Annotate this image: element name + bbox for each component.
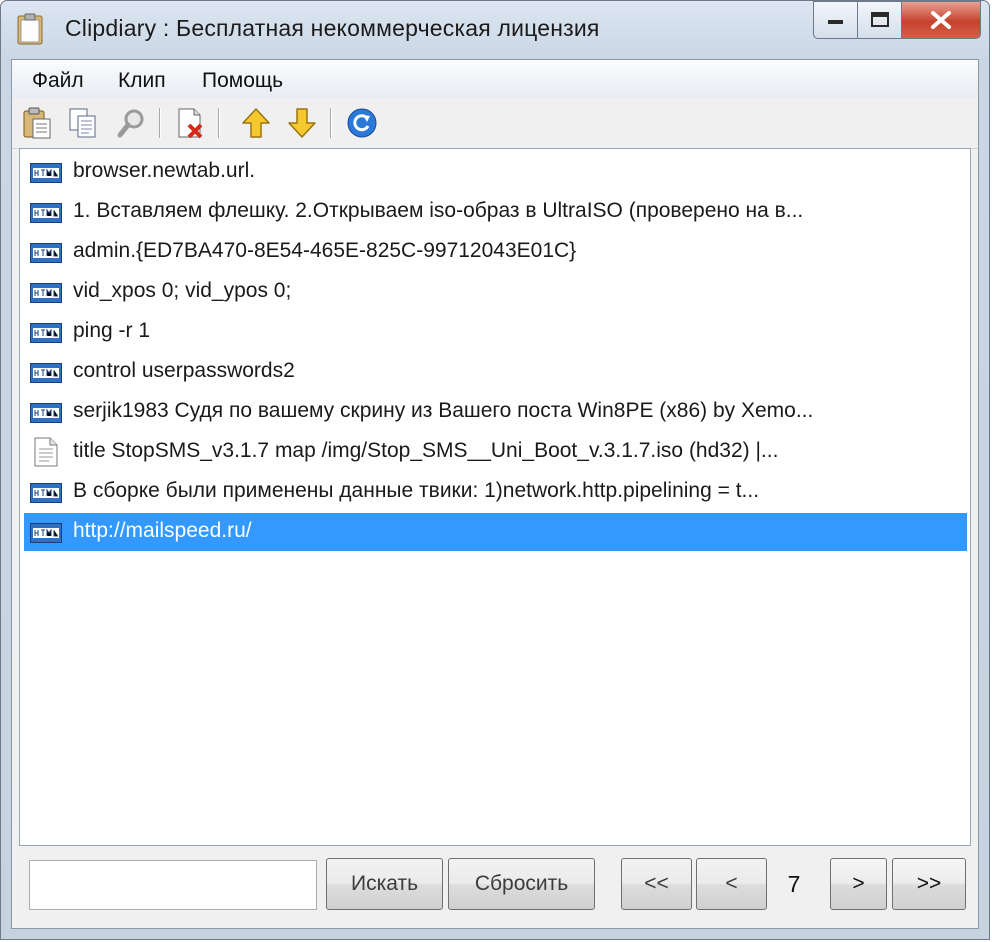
clip-text: admin.{ED7BA470-8E54-465E-825C-99712043E… bbox=[73, 239, 577, 262]
menu-bar: Файл Клип Помощь bbox=[12, 60, 978, 98]
clip-text: browser.newtab.url. bbox=[73, 159, 256, 182]
minimize-button[interactable] bbox=[813, 1, 857, 39]
html-clip-icon bbox=[30, 363, 62, 388]
html-clip-icon bbox=[30, 243, 62, 268]
move-down-button[interactable] bbox=[284, 105, 320, 141]
reset-button[interactable]: Сбросить bbox=[448, 858, 595, 910]
clip-item[interactable]: vid_xpos 0; vid_ypos 0; bbox=[24, 273, 967, 311]
menu-help[interactable]: Помощь bbox=[202, 69, 283, 93]
next-page-button[interactable]: > bbox=[830, 858, 887, 910]
clip-text: serjik1983 Судя по вашему скрину из Ваше… bbox=[73, 399, 814, 422]
delete-icon bbox=[178, 108, 203, 139]
bottom-bar: Искать Сбросить << < 7 > >> bbox=[12, 846, 978, 928]
html-clip-icon bbox=[30, 483, 62, 508]
clip-text: 1. Вставляем флешку. 2.Открываем iso-обр… bbox=[73, 199, 804, 222]
clip-text: title StopSMS_v3.1.7 map /img/Stop_SMS__… bbox=[73, 439, 779, 462]
maximize-button[interactable] bbox=[857, 1, 901, 39]
html-clip-icon bbox=[30, 283, 62, 308]
search-input[interactable] bbox=[29, 860, 317, 910]
clip-item[interactable]: 1. Вставляем флешку. 2.Открываем iso-обр… bbox=[24, 193, 967, 231]
html-clip-icon bbox=[30, 203, 62, 228]
clip-list[interactable]: browser.newtab.url. 1. Вставляем флешку. … bbox=[19, 148, 971, 846]
clipboard-app-icon bbox=[17, 13, 43, 45]
paste-button[interactable] bbox=[19, 105, 55, 141]
clip-text: control userpasswords2 bbox=[73, 359, 295, 382]
refresh-button[interactable] bbox=[344, 105, 380, 141]
prev-page-button[interactable]: < bbox=[696, 858, 767, 910]
copy-icon bbox=[69, 108, 96, 138]
maximize-icon bbox=[870, 12, 889, 27]
toolbar-separator bbox=[218, 108, 220, 138]
html-clip-icon bbox=[30, 163, 62, 188]
close-button[interactable] bbox=[901, 1, 981, 39]
clip-item[interactable]: В сборке были применены данные твики: 1)… bbox=[24, 473, 967, 511]
html-clip-icon bbox=[30, 323, 62, 348]
menu-file[interactable]: Файл bbox=[32, 69, 84, 93]
refresh-icon bbox=[347, 108, 377, 138]
find-button[interactable] bbox=[114, 105, 150, 141]
clip-item[interactable]: http://mailspeed.ru/ bbox=[24, 513, 967, 551]
clip-item[interactable]: admin.{ED7BA470-8E54-465E-825C-99712043E… bbox=[24, 233, 967, 271]
title-bar[interactable]: Clipdiary : Бесплатная некоммерческая ли… bbox=[1, 1, 989, 59]
move-up-icon bbox=[242, 108, 270, 138]
page-number: 7 bbox=[787, 871, 801, 897]
client-area: Файл Клип Помощь browser.newtab.url. 1. … bbox=[11, 59, 979, 929]
last-page-button[interactable]: >> bbox=[892, 858, 966, 910]
clip-item[interactable]: control userpasswords2 bbox=[24, 353, 967, 391]
clip-text: vid_xpos 0; vid_ypos 0; bbox=[73, 279, 292, 302]
minimize-icon bbox=[827, 20, 843, 24]
toolbar-separator bbox=[159, 108, 161, 138]
html-clip-icon bbox=[30, 523, 62, 548]
toolbar bbox=[12, 98, 978, 149]
paste-icon bbox=[23, 107, 51, 139]
text-clip-icon bbox=[33, 437, 59, 472]
clip-item[interactable]: serjik1983 Судя по вашему скрину из Ваше… bbox=[24, 393, 967, 431]
first-page-button[interactable]: << bbox=[621, 858, 692, 910]
delete-button[interactable] bbox=[172, 105, 208, 141]
menu-clip[interactable]: Клип bbox=[118, 69, 166, 93]
clip-item[interactable]: ping -r 1 bbox=[24, 313, 967, 351]
app-window: Clipdiary : Бесплатная некоммерческая ли… bbox=[0, 0, 990, 940]
window-title: Clipdiary : Бесплатная некоммерческая ли… bbox=[65, 15, 600, 41]
clip-item[interactable]: title StopSMS_v3.1.7 map /img/Stop_SMS__… bbox=[24, 433, 967, 471]
close-icon bbox=[931, 11, 951, 29]
move-up-button[interactable] bbox=[238, 105, 274, 141]
clip-text: http://mailspeed.ru/ bbox=[73, 519, 252, 542]
html-clip-icon bbox=[30, 403, 62, 428]
move-down-icon bbox=[288, 108, 316, 138]
clip-item[interactable]: browser.newtab.url. bbox=[24, 153, 967, 191]
clip-text: ping -r 1 bbox=[73, 319, 151, 342]
copy-button[interactable] bbox=[65, 105, 101, 141]
search-button[interactable]: Искать bbox=[326, 858, 443, 910]
clip-text: В сборке были применены данные твики: 1)… bbox=[73, 479, 760, 502]
find-icon bbox=[117, 109, 144, 138]
toolbar-separator bbox=[330, 108, 332, 138]
